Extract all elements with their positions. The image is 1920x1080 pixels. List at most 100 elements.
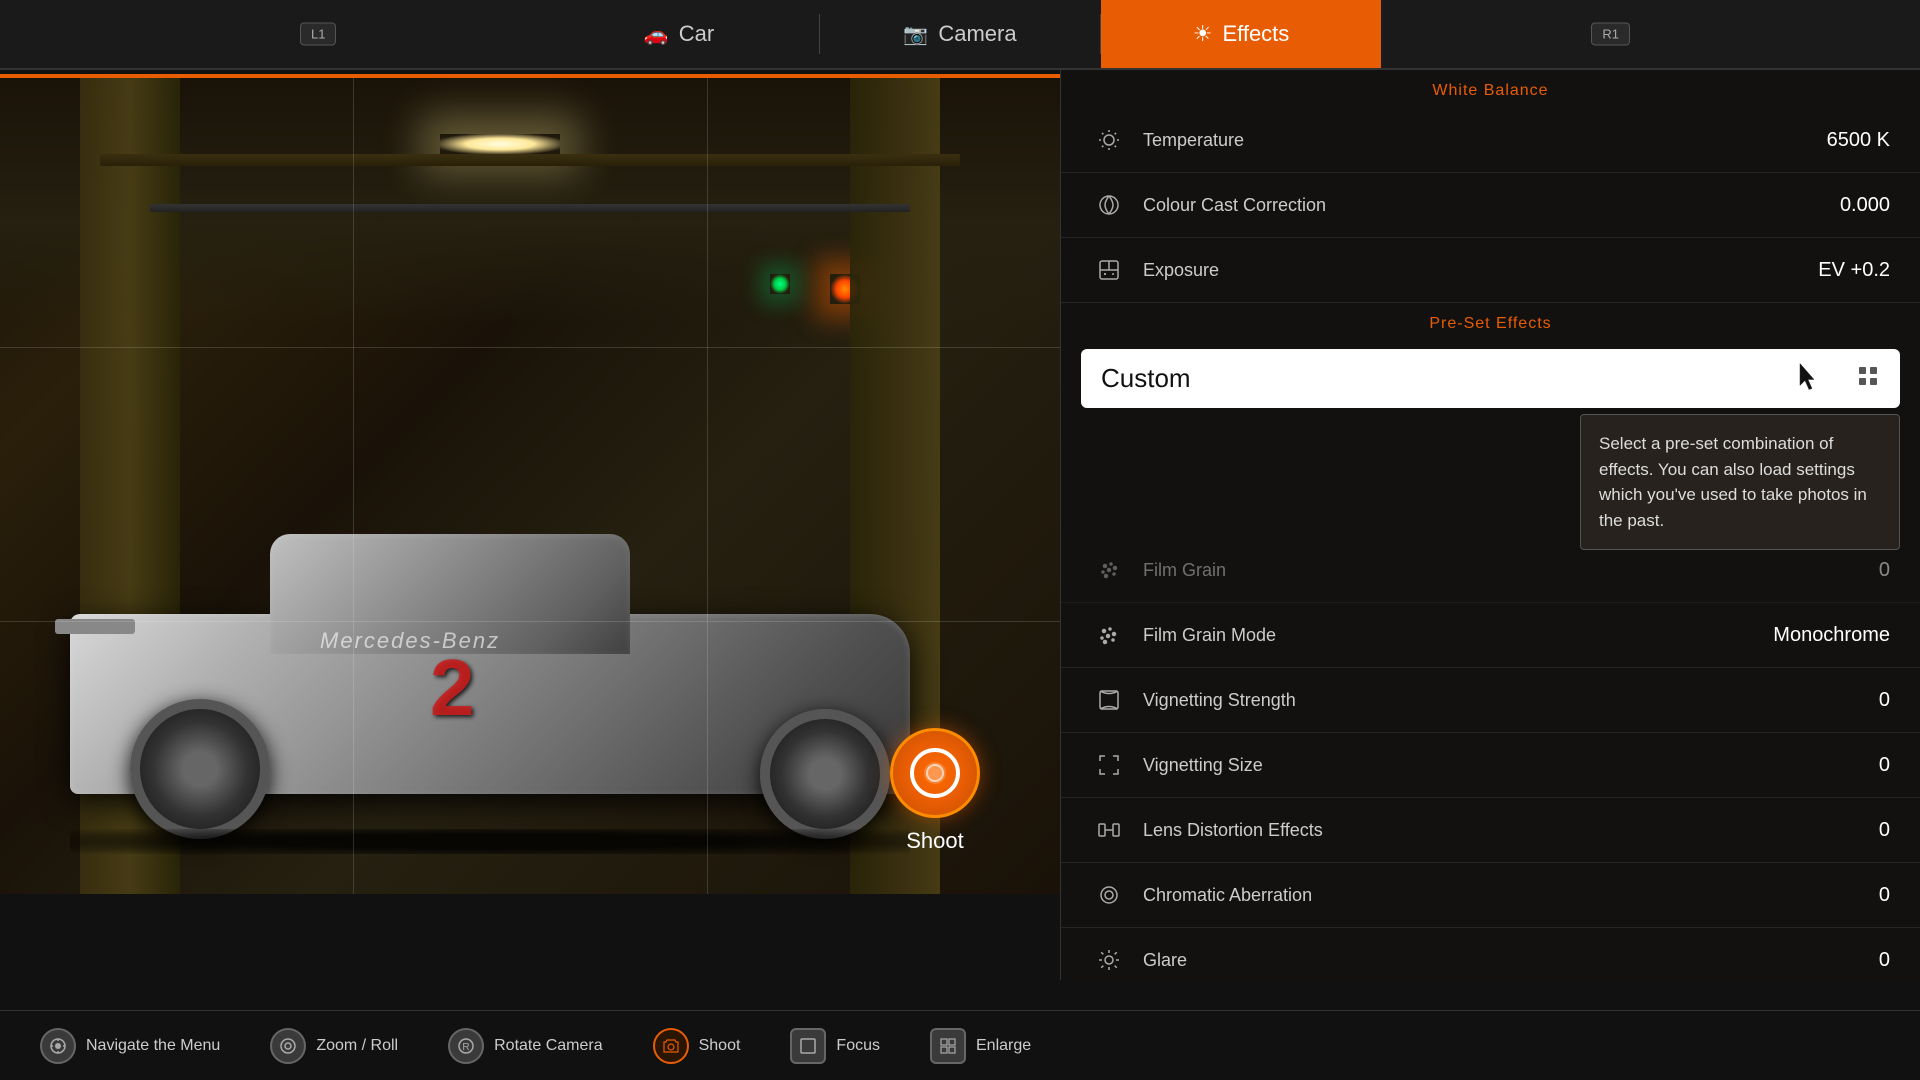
tab-car-label: Car xyxy=(679,21,714,47)
car-number: 2 xyxy=(430,642,475,734)
chromatic-aberration-value: 0 xyxy=(1879,884,1890,907)
tab-camera[interactable]: 📷 Camera xyxy=(820,0,1100,68)
vignetting-strength-row[interactable]: Vignetting Strength 0 xyxy=(1061,668,1920,733)
camera-view: 2 Mercedes-Benz xyxy=(0,74,1060,894)
film-grain-mode-row[interactable]: Film Grain Mode Monochrome xyxy=(1061,603,1920,668)
film-grain-mode-icon xyxy=(1091,617,1127,653)
film-grain-mode-value: Monochrome xyxy=(1773,624,1890,647)
vignetting-strength-icon xyxy=(1091,682,1127,718)
tab-car[interactable]: 🚗 Car xyxy=(539,0,819,68)
cursor-arrow xyxy=(1796,361,1820,396)
chromatic-aberration-icon xyxy=(1091,877,1127,913)
shutter-inner xyxy=(926,764,944,782)
chromatic-aberration-row[interactable]: Chromatic Aberration 0 xyxy=(1061,863,1920,928)
vignetting-strength-label: Vignetting Strength xyxy=(1143,690,1879,711)
film-grain-icon xyxy=(1091,552,1127,588)
l1-button[interactable]: L1 xyxy=(300,23,336,46)
glare-value: 0 xyxy=(1879,949,1890,972)
vignetting-size-row[interactable]: Vignetting Size 0 xyxy=(1061,733,1920,798)
navigate-label: Navigate the Menu xyxy=(86,1037,220,1055)
lens-distortion-label: Lens Distortion Effects xyxy=(1143,820,1879,841)
vignetting-size-icon xyxy=(1091,747,1127,783)
preset-area: Custom Select a xyxy=(1061,349,1920,408)
car-silhouette: 2 Mercedes-Benz xyxy=(50,474,950,854)
focus-label: Focus xyxy=(836,1037,880,1055)
car-brand: Mercedes-Benz xyxy=(320,628,500,654)
ceiling-light xyxy=(440,134,560,154)
vignetting-size-value: 0 xyxy=(1879,754,1890,777)
svg-text:R: R xyxy=(462,1042,469,1053)
shoot-btn-icon xyxy=(653,1028,689,1064)
glare-icon xyxy=(1091,942,1127,978)
lens-distortion-value: 0 xyxy=(1879,819,1890,842)
action-navigate[interactable]: Navigate the Menu xyxy=(40,1028,220,1064)
car-wheel-front xyxy=(760,709,890,839)
white-balance-header: White Balance xyxy=(1061,70,1920,108)
orange-border xyxy=(0,74,1060,78)
tab-effects-label: Effects xyxy=(1222,21,1289,47)
car-shadow xyxy=(70,829,910,854)
rotate-btn-icon: R xyxy=(448,1028,484,1064)
exposure-icon xyxy=(1091,252,1127,288)
grid-icon xyxy=(1856,364,1880,394)
colour-cast-label: Colour Cast Correction xyxy=(1143,195,1840,216)
shutter-icon xyxy=(910,748,960,798)
enlarge-btn-icon xyxy=(930,1028,966,1064)
r1-button[interactable]: R1 xyxy=(1591,23,1630,46)
temperature-icon xyxy=(1091,122,1127,158)
shoot-label: Shoot xyxy=(906,828,964,854)
vignetting-strength-value: 0 xyxy=(1879,689,1890,712)
preset-selected: Custom xyxy=(1101,363,1191,394)
camera-background: 2 Mercedes-Benz xyxy=(0,74,1060,894)
bottom-bar: Navigate the Menu Zoom / Roll R Rotate C… xyxy=(0,1010,1920,1080)
nav-tabs-container: L1 🚗 Car 📷 Camera ☀ Effects R1 xyxy=(0,0,1920,68)
car-spoiler xyxy=(55,619,135,634)
shoot-bottom-label: Shoot xyxy=(699,1037,741,1055)
shoot-button-area: Shoot xyxy=(890,728,980,854)
effects-icon: ☀ xyxy=(1193,21,1213,47)
enlarge-label: Enlarge xyxy=(976,1037,1031,1055)
shoot-button[interactable] xyxy=(890,728,980,818)
right-panel: White Balance Temperature 6500 K xyxy=(1060,70,1920,980)
temperature-value: 6500 K xyxy=(1827,129,1890,152)
action-focus[interactable]: Focus xyxy=(790,1028,880,1064)
car-icon: 🚗 xyxy=(644,22,669,47)
top-navigation: L1 🚗 Car 📷 Camera ☀ Effects R1 xyxy=(0,0,1920,70)
preset-effects-header: Pre-Set Effects xyxy=(1061,303,1920,341)
action-shoot[interactable]: Shoot xyxy=(653,1028,741,1064)
focus-btn-icon xyxy=(790,1028,826,1064)
glare-label: Glare xyxy=(1143,950,1879,971)
preset-selector[interactable]: Custom xyxy=(1081,349,1900,408)
zoom-label: Zoom / Roll xyxy=(316,1037,398,1055)
colour-cast-icon xyxy=(1091,187,1127,223)
tooltip-text: Select a pre-set combination of effects.… xyxy=(1599,434,1867,530)
temperature-row[interactable]: Temperature 6500 K xyxy=(1061,108,1920,173)
lens-distortion-row[interactable]: Lens Distortion Effects 0 xyxy=(1061,798,1920,863)
rotate-label: Rotate Camera xyxy=(494,1037,603,1055)
film-grain-label: Film Grain xyxy=(1143,560,1879,581)
film-grain-mode-label: Film Grain Mode xyxy=(1143,625,1773,646)
tab-effects[interactable]: ☀ Effects xyxy=(1101,0,1381,68)
action-enlarge[interactable]: Enlarge xyxy=(930,1028,1031,1064)
chromatic-aberration-label: Chromatic Aberration xyxy=(1143,885,1879,906)
bg-light-green xyxy=(770,274,790,294)
action-zoom[interactable]: Zoom / Roll xyxy=(270,1028,398,1064)
preset-tooltip: Select a pre-set combination of effects.… xyxy=(1580,414,1900,550)
exposure-row[interactable]: Exposure EV +0.2 xyxy=(1061,238,1920,303)
colour-cast-row[interactable]: Colour Cast Correction 0.000 xyxy=(1061,173,1920,238)
navigate-btn-icon xyxy=(40,1028,76,1064)
beam-pipe xyxy=(150,204,910,212)
car-wheel-rear xyxy=(130,699,270,839)
action-rotate[interactable]: R Rotate Camera xyxy=(448,1028,603,1064)
vignetting-size-label: Vignetting Size xyxy=(1143,755,1879,776)
zoom-btn-icon xyxy=(270,1028,306,1064)
glare-row[interactable]: Glare 0 xyxy=(1061,928,1920,980)
camera-icon: 📷 xyxy=(903,22,928,47)
lens-distortion-icon xyxy=(1091,812,1127,848)
beam-top xyxy=(100,154,960,166)
exposure-label: Exposure xyxy=(1143,260,1818,281)
tab-camera-label: Camera xyxy=(938,21,1016,47)
exposure-value: EV +0.2 xyxy=(1818,259,1890,282)
main-area: 2 Mercedes-Benz xyxy=(0,70,1920,980)
temperature-label: Temperature xyxy=(1143,130,1827,151)
